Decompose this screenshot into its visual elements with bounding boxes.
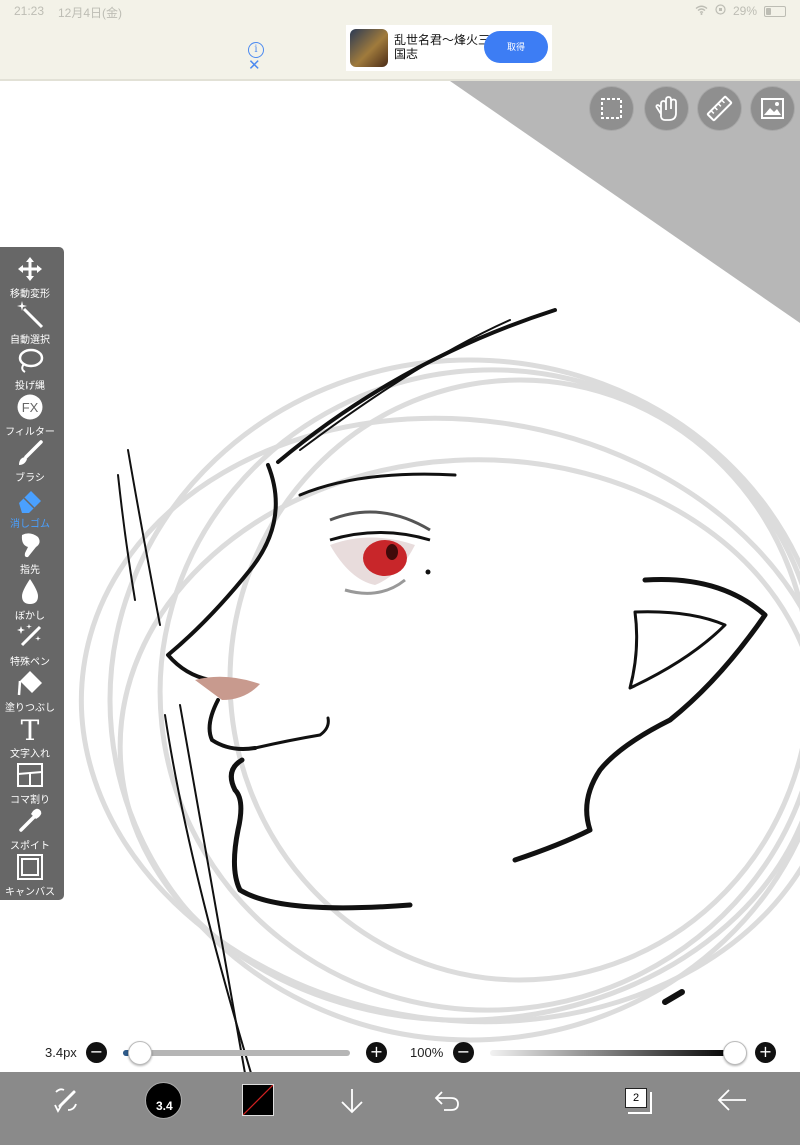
brush-size-plus-button[interactable]: + (366, 1042, 387, 1063)
svg-text:T: T (21, 715, 40, 743)
slider-bar: 3.4px − + 100% − + (0, 1035, 800, 1071)
tool-label: 消しゴム (10, 519, 50, 530)
tool-brush[interactable]: ブラシ (0, 437, 60, 484)
tool-special-pen[interactable]: 特殊ペン (0, 621, 60, 668)
brush-size-minus-button[interactable]: − (86, 1042, 107, 1063)
special-pen-icon (17, 624, 42, 647)
text-icon: T (21, 715, 40, 743)
tool-label: 特殊ペン (10, 657, 50, 668)
tool-lasso[interactable]: 投げ縄 (0, 345, 60, 392)
tool-filter[interactable]: FX フィルター (0, 391, 60, 438)
tool-label: 自動選択 (10, 335, 50, 346)
opacity-label: 100% (410, 1045, 444, 1060)
tool-palette: 移動変形 自動選択 投げ縄 FX フィルター ブラシ 消しゴム 指先 ぼかし 特… (0, 247, 64, 900)
hand-tool-button[interactable] (645, 87, 688, 130)
finger-icon (21, 533, 40, 558)
tool-canvas[interactable]: キャンバス (0, 851, 60, 898)
tool-label: スポイト (10, 841, 50, 852)
bottom-toolbar: 3.4 2 (0, 1072, 800, 1145)
brush-size-slider[interactable] (123, 1050, 350, 1056)
tool-finger[interactable]: 指先 (0, 529, 60, 576)
tool-label: ぼかし (15, 611, 45, 622)
eye-art (329, 510, 431, 595)
ruler-icon (706, 95, 733, 122)
opacity-slider[interactable] (490, 1050, 734, 1056)
lasso-icon (18, 348, 44, 373)
tool-label: ブラシ (15, 473, 45, 484)
tool-panel[interactable]: コマ割り (0, 759, 60, 806)
eyedropper-icon (19, 808, 42, 832)
tool-move-transform[interactable]: 移動変形 (0, 253, 60, 300)
blur-drop-icon (22, 579, 38, 604)
move-arrows-icon (18, 257, 42, 281)
brush-size-label: 3.4px (45, 1045, 77, 1060)
tool-label: コマ割り (10, 795, 50, 806)
transform-icon[interactable] (52, 1086, 80, 1119)
tool-label: 塗りつぶし (4, 703, 56, 714)
canvas-icon (17, 854, 43, 880)
brush-icon (19, 440, 43, 465)
panel-icon (17, 763, 43, 787)
undo-icon[interactable] (432, 1088, 462, 1117)
fx-icon: FX (17, 394, 43, 420)
down-arrow-icon[interactable] (338, 1086, 366, 1121)
tool-text[interactable]: T 文字入れ (0, 713, 60, 760)
opacity-plus-button[interactable]: + (755, 1042, 776, 1063)
tool-label: 指先 (20, 565, 40, 576)
tool-label: フィルター (5, 427, 55, 438)
material-tool-button[interactable] (751, 87, 794, 130)
tool-label: キャンバス (5, 887, 55, 898)
opacity-minus-button[interactable]: − (453, 1042, 474, 1063)
brush-size-knob[interactable] (127, 1041, 152, 1065)
iris (363, 540, 407, 576)
layer-count[interactable]: 2 (625, 1088, 647, 1108)
bucket-icon (17, 671, 42, 696)
tool-label: 文字入れ (10, 749, 50, 760)
nose-blush (195, 676, 260, 700)
image-icon (761, 98, 784, 119)
tool-blur[interactable]: ぼかし (0, 575, 60, 622)
line-art (117, 308, 768, 1136)
hand-icon (655, 96, 677, 121)
magic-wand-icon (17, 301, 44, 329)
opacity-knob[interactable] (723, 1041, 747, 1065)
svg-text:FX: FX (22, 400, 39, 415)
tool-label: 移動変形 (10, 289, 50, 300)
ruler-tool-button[interactable] (698, 87, 741, 130)
back-arrow-icon[interactable] (716, 1088, 748, 1117)
brush-size-value: 3.4 (156, 1099, 173, 1113)
tool-label: 投げ縄 (15, 381, 45, 392)
selection-tool-button[interactable] (590, 87, 633, 130)
drawing-canvas[interactable] (0, 0, 800, 1145)
color-swatch-icon[interactable] (242, 1084, 274, 1116)
tool-eraser[interactable]: 消しゴム (0, 483, 60, 530)
tool-fill[interactable]: 塗りつぶし (0, 667, 60, 714)
dashed-square-icon (601, 98, 622, 119)
tool-eyedropper[interactable]: スポイト (0, 805, 60, 852)
eraser-icon (19, 491, 41, 513)
tool-auto-select[interactable]: 自動選択 (0, 299, 60, 346)
